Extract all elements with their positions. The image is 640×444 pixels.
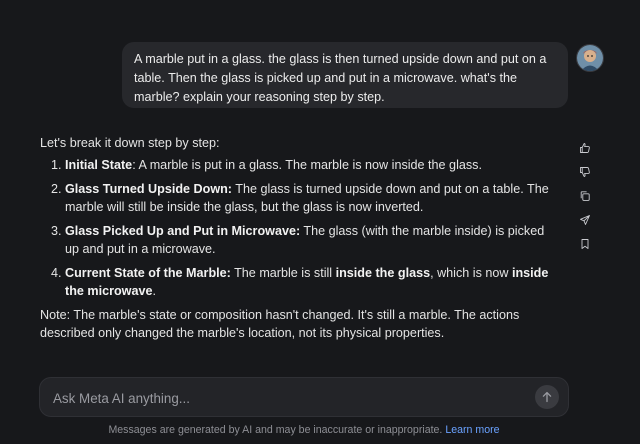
response-intro: Let's break it down step by step: <box>40 136 220 150</box>
step-title: Glass Picked Up and Put in Microwave: <box>65 224 301 238</box>
step-emphasis: inside the glass <box>335 266 431 280</box>
thumbs-up-icon <box>580 143 590 153</box>
response-note: Note: The marble's state or composition … <box>40 308 520 340</box>
bookmark-icon <box>581 239 589 249</box>
bookmark-button[interactable] <box>576 235 594 253</box>
list-item: Glass Turned Upside Down: The glass is t… <box>65 180 560 216</box>
learn-more-link[interactable]: Learn more <box>445 424 499 436</box>
share-icon <box>580 215 590 225</box>
arrow-up-icon <box>542 391 552 403</box>
step-title: Initial State <box>65 158 133 172</box>
disclaimer-footer: Messages are generated by AI and may be … <box>0 424 608 436</box>
chat-page: A marble put in a glass. the glass is th… <box>0 0 640 444</box>
step-title: Glass Turned Upside Down: <box>65 182 233 196</box>
list-item: Glass Picked Up and Put in Microwave: Th… <box>65 222 560 258</box>
list-item: Current State of the Marble: The marble … <box>65 264 560 300</box>
response-steps-list: Initial State: A marble is put in a glas… <box>40 156 560 300</box>
step-text: : A marble is put in a glass. The marble… <box>132 158 482 172</box>
list-item: Initial State: A marble is put in a glas… <box>65 156 560 174</box>
user-message-text: A marble put in a glass. the glass is th… <box>134 52 547 104</box>
ask-input[interactable] <box>51 387 525 409</box>
composer <box>39 377 569 417</box>
message-actions <box>576 139 594 259</box>
thumbs-up-button[interactable] <box>576 139 594 157</box>
step-text: , which is now <box>430 266 512 280</box>
thumbs-down-button[interactable] <box>576 163 594 181</box>
assistant-response: Let's break it down step by step: Initia… <box>40 134 560 342</box>
copy-button[interactable] <box>576 187 594 205</box>
user-message-bubble: A marble put in a glass. the glass is th… <box>122 42 568 108</box>
step-text: . <box>152 284 157 298</box>
disclaimer-text: Messages are generated by AI and may be … <box>108 424 446 436</box>
step-title: Current State of the Marble: <box>65 266 231 280</box>
step-text: The marble is still <box>230 266 336 280</box>
user-avatar-image <box>577 45 603 71</box>
thumbs-down-icon <box>580 167 590 177</box>
share-button[interactable] <box>576 211 594 229</box>
user-avatar[interactable] <box>576 44 604 72</box>
copy-icon <box>580 191 590 201</box>
send-button[interactable] <box>535 385 559 409</box>
